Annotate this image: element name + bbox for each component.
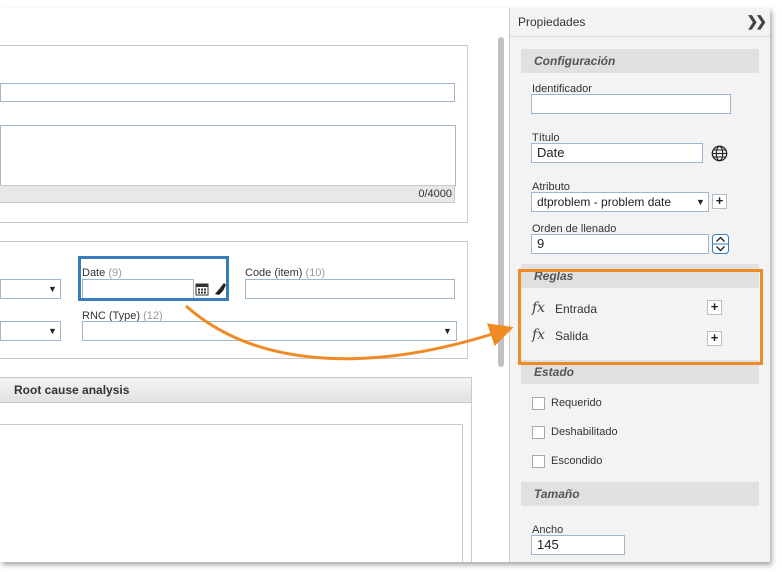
screenshot-frame: 0/4000 ▼ ▼ Date (9) Code (item) (10) RNC… bbox=[0, 8, 770, 562]
callout-arrow bbox=[185, 304, 514, 361]
